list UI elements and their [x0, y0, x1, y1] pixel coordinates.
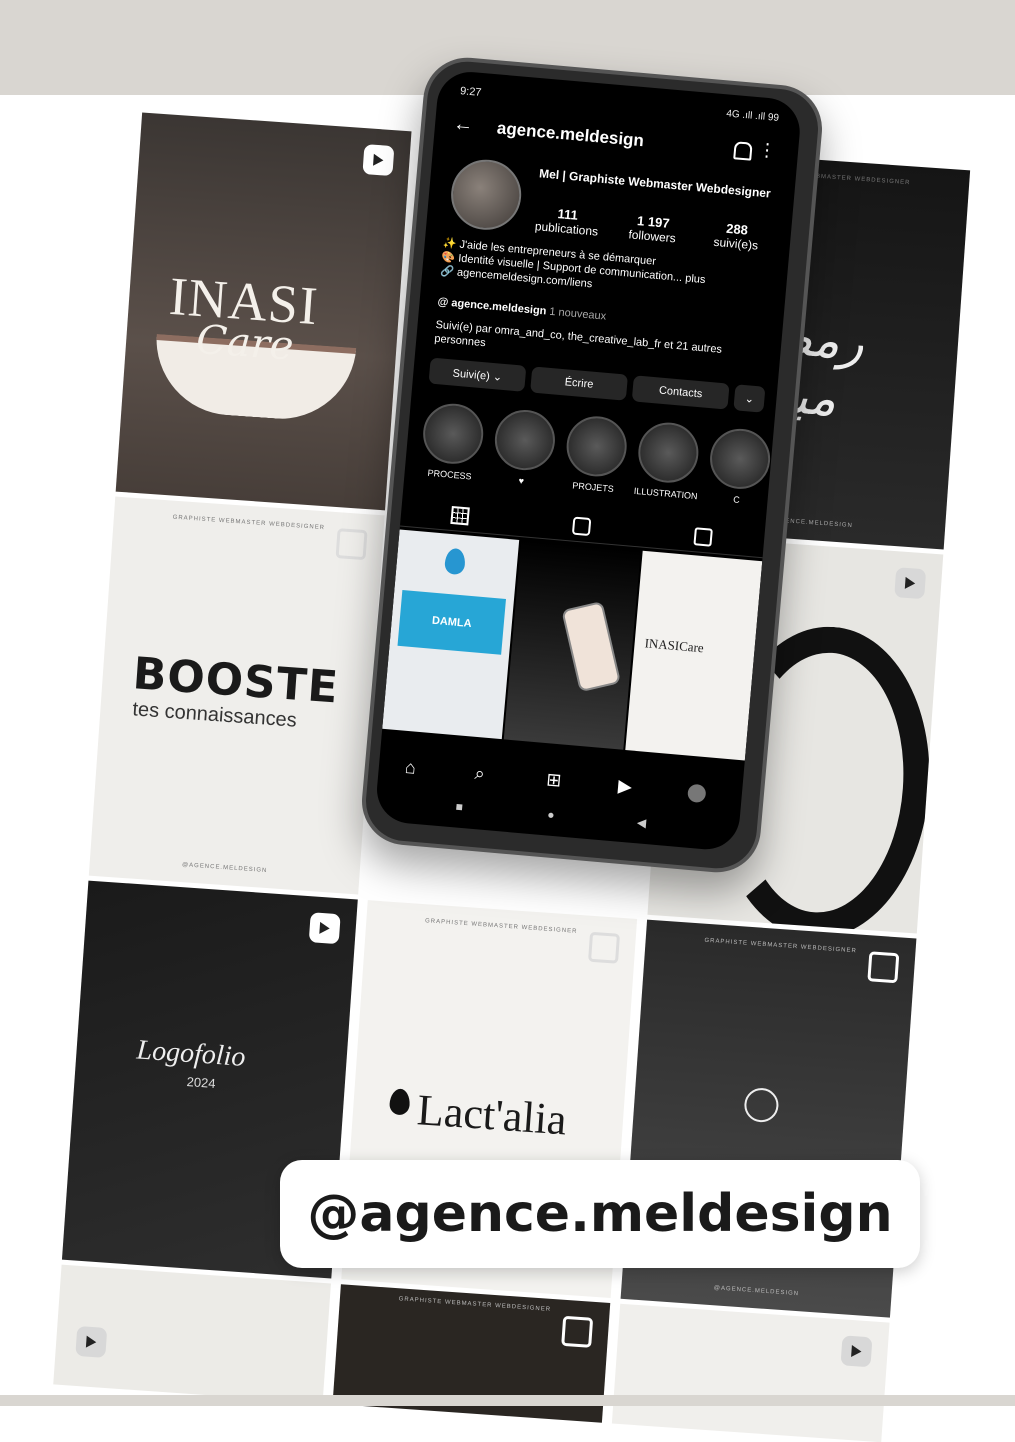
post-bottom-right[interactable] [611, 1303, 890, 1442]
logofolio-title: Logofolio [135, 1034, 247, 1073]
mini-phone-image [561, 600, 622, 693]
status-time: 9:27 [459, 85, 482, 99]
post-phone-mockup[interactable] [503, 540, 641, 750]
highlight-projets[interactable]: PROJETS [562, 413, 630, 495]
instagram-profile-screen: 9:27 4G .ıll .ıll 99 ← agence.meldesign … [374, 69, 803, 853]
carousel-icon [335, 528, 368, 561]
post-inasi[interactable]: INASICare [625, 550, 763, 761]
back-icon[interactable]: ◀ [636, 815, 646, 830]
highlight-cover [635, 420, 701, 486]
care-script-text: Care [194, 316, 296, 370]
post-inasi-care[interactable]: INASI Care [115, 112, 412, 511]
search-icon[interactable]: ⌕ [474, 763, 486, 785]
profile-name: Mel | Graphiste Webmaster Webdesigner [538, 166, 772, 201]
threads-icon: @ [437, 295, 452, 310]
smartphone: 9:27 4G .ıll .ıll 99 ← agence.meldesign … [358, 54, 826, 876]
stat-followers[interactable]: 1 197 followers [612, 211, 694, 248]
home-icon[interactable]: ⌂ [404, 757, 417, 779]
status-icons: 4G .ıll .ıll 99 [725, 108, 780, 124]
reel-icon [894, 567, 927, 600]
highlight-cover [707, 426, 773, 492]
drop-logo-icon [443, 547, 467, 576]
tagged-tab-icon[interactable] [693, 527, 713, 547]
reels-icon[interactable]: ▶ [617, 776, 633, 798]
highlight-label: PROJETS [571, 480, 615, 494]
carousel-icon [867, 951, 900, 984]
highlight-cover [564, 413, 630, 479]
highlight-more[interactable]: C [705, 426, 773, 507]
post-bottom-left[interactable] [53, 1264, 331, 1404]
home-button-icon[interactable]: ● [547, 807, 555, 822]
threads-handle: agence.meldesign [450, 297, 547, 318]
post-damla[interactable]: DAMLA [382, 529, 520, 740]
damla-card: DAMLA [397, 589, 506, 655]
suggest-chevron-button[interactable]: ⌄ [733, 384, 766, 413]
handle-label-card: @agence.meldesign [280, 1160, 920, 1268]
bell-icon[interactable] [733, 141, 753, 161]
highlight-cover [420, 401, 486, 467]
following-button[interactable]: Suivi(e) ⌄ [428, 357, 527, 392]
stat-following[interactable]: 288 suivi(e)s [695, 218, 777, 255]
reels-tab-icon[interactable] [571, 516, 592, 537]
grid-tab-icon[interactable] [450, 505, 470, 526]
stat-publications[interactable]: 111 publications [526, 203, 608, 240]
back-arrow-icon[interactable]: ← [452, 113, 474, 138]
profile-avatar-icon[interactable] [687, 783, 707, 804]
post-booste[interactable]: GRAPHISTE WEBMASTER WEBDESIGNER BOOSTE t… [88, 496, 385, 895]
reel-icon [840, 1335, 873, 1368]
drop-logo-icon [388, 1088, 411, 1116]
highlight-heart[interactable]: ♥ [490, 407, 558, 488]
highlight-cover [492, 407, 558, 473]
highlight-label: ♥ [518, 475, 525, 487]
caption-top: GRAPHISTE WEBMASTER WEBDESIGNER [398, 1296, 552, 1313]
recents-icon[interactable]: ■ [455, 799, 463, 814]
highlight-process[interactable]: PROCESS [418, 401, 486, 482]
carousel-icon [588, 931, 621, 964]
highlight-label: C [732, 494, 741, 505]
reel-icon [308, 912, 341, 945]
handle-label: @agence.meldesign [307, 1184, 893, 1244]
contacts-button[interactable]: Contacts [631, 375, 730, 410]
message-button[interactable]: Écrire [530, 366, 628, 401]
avatar[interactable] [448, 156, 525, 233]
carousel-icon [561, 1315, 594, 1348]
highlight-label: ILLUSTRATION [633, 485, 698, 502]
more-options-icon[interactable]: ⋮ [757, 139, 777, 161]
logofolio-year: 2024 [186, 1073, 217, 1091]
inasi-text: INASICare [644, 635, 705, 656]
highlight-illustration[interactable]: ILLUSTRATION [633, 420, 701, 501]
bottom-band [0, 1395, 1015, 1406]
reel-icon [362, 144, 395, 177]
caption-bottom: @AGENCE.MELDESIGN [713, 1285, 800, 1298]
moon-icon [743, 1086, 780, 1124]
profile-username: agence.meldesign [496, 118, 645, 151]
highlight-label: PROCESS [427, 467, 472, 482]
profile-posts-grid: DAMLA INASICare [381, 529, 763, 770]
create-icon[interactable]: ⊞ [545, 769, 563, 791]
threads-badge[interactable]: @ agence.meldesign 1 nouveaux [437, 296, 607, 323]
reel-icon [75, 1325, 108, 1358]
threads-note: 1 nouveaux [548, 305, 607, 323]
lactalia-wordmark: Lact'alia [415, 1085, 569, 1145]
caption-bottom: @AGENCE.MELDESIGN [181, 862, 268, 875]
